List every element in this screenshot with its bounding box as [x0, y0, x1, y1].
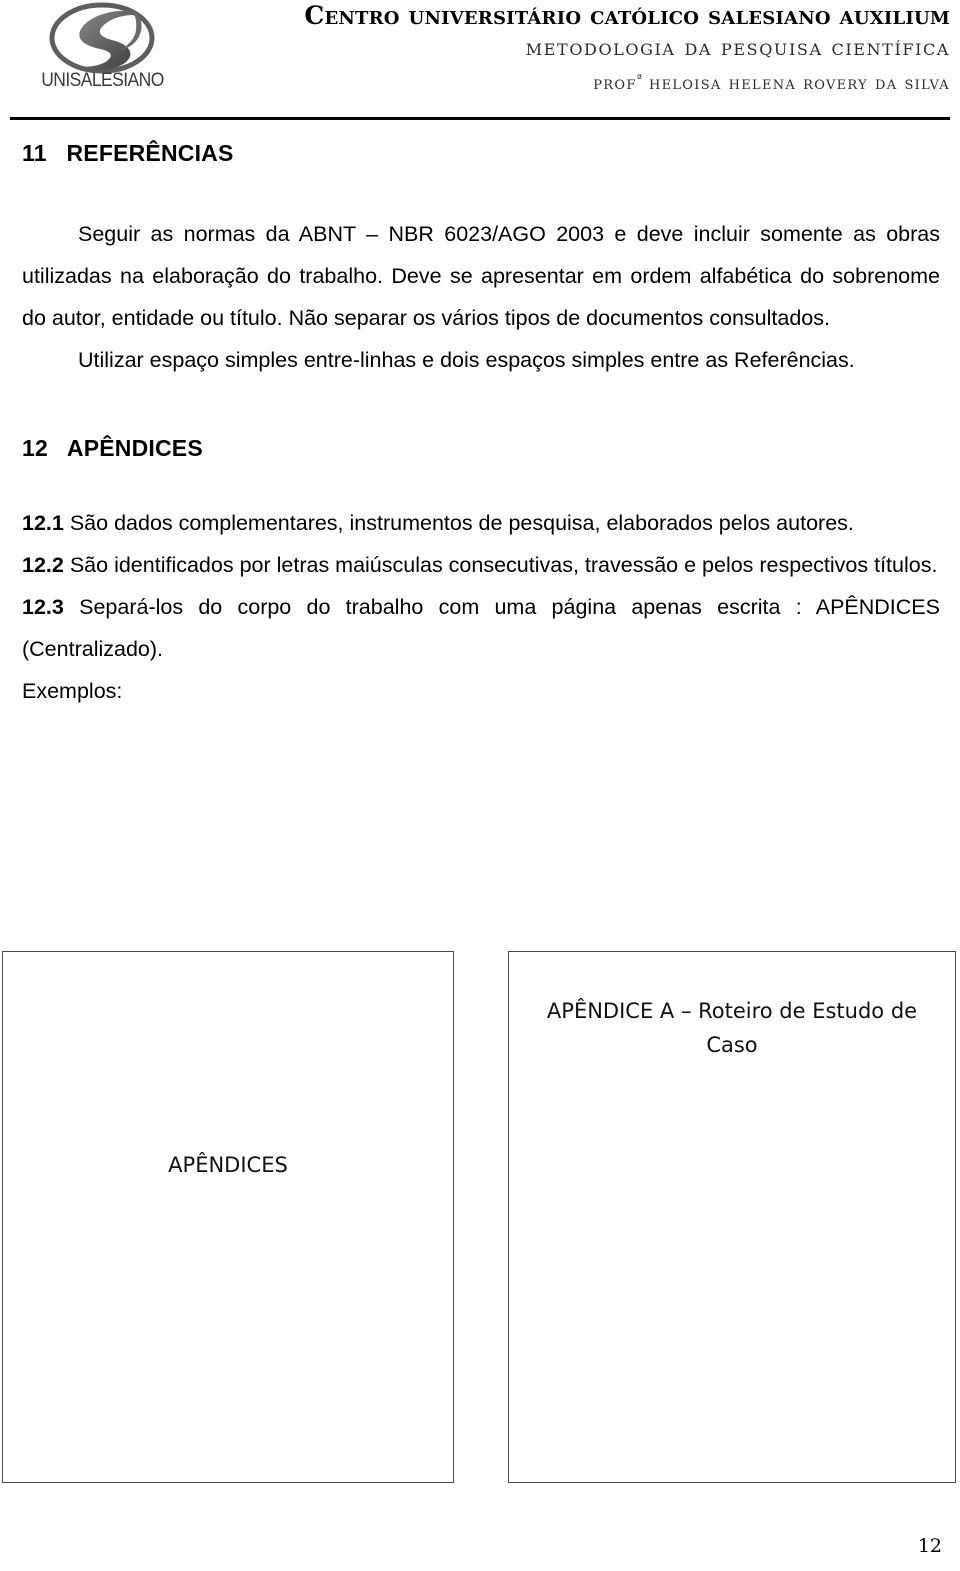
course-name: Metodologia da Pesquisa Científica — [525, 35, 950, 61]
page-header: UNISALESIANO Centro Universitário Católi… — [0, 0, 960, 120]
example-box-apendice-a-text: APÊNDICE A – Roteiro de Estudo de Caso — [546, 999, 918, 1057]
examples-label: Exemplos: — [22, 679, 123, 703]
section-heading-referencias: 11 REFERÊNCIAS — [22, 140, 234, 166]
example-pages-row: APÊNDICES APÊNDICE A – Roteiro de Estudo… — [0, 951, 960, 1483]
professor-name: Profª Heloisa Helena Rovery da Silva — [180, 65, 950, 98]
institution-name: Centro Universitário Católico Salesiano … — [304, 1, 950, 30]
institution-logo: UNISALESIANO — [30, 2, 175, 102]
logo-wordmark: UNISALESIANO — [41, 70, 164, 91]
item-text-12-1: São dados complementares, instrumentos d… — [69, 511, 854, 535]
header-divider — [10, 117, 950, 120]
paragraph-referencias-1: Seguir as normas da ABNT – NBR 6023/AGO … — [22, 222, 940, 330]
page-number: 12 — [917, 1535, 942, 1557]
item-number-12-3: 12.3 — [22, 595, 64, 619]
list-item-12-2: 12.2 São identificados por letras maiúsc… — [22, 544, 940, 586]
unisalesiano-s-logo-icon — [49, 2, 155, 74]
example-box-apendice-a: APÊNDICE A – Roteiro de Estudo de Caso — [508, 951, 956, 1483]
item-text-12-2: São identificados por letras maiúsculas … — [69, 553, 938, 577]
professor-prefix-ordinal: ª — [636, 72, 642, 85]
professor-full-name: Heloisa Helena Rovery da Silva — [648, 73, 950, 94]
section-heading-apendices: 12 APÊNDICES — [22, 435, 203, 461]
list-item-12-3: 12.3 Separá-los do corpo do trabalho com… — [22, 586, 940, 670]
item-number-12-2: 12.2 — [22, 553, 64, 577]
example-box-apendices-cover-text: APÊNDICES — [168, 1153, 288, 1177]
item-text-12-3: Separá-los do corpo do trabalho com uma … — [22, 595, 940, 661]
header-titles: Centro Universitário Católico Salesiano … — [180, 0, 950, 98]
list-item-12-1: 12.1 São dados complementares, instrumen… — [22, 502, 940, 544]
paragraph-referencias-2: Utilizar espaço simples entre-linhas e d… — [78, 348, 855, 372]
example-box-apendices-cover: APÊNDICES — [2, 951, 454, 1483]
document-content: 11 REFERÊNCIAS Seguir as normas da ABNT … — [22, 140, 940, 712]
professor-prefix: Prof — [593, 73, 637, 94]
item-number-12-1: 12.1 — [22, 511, 64, 535]
